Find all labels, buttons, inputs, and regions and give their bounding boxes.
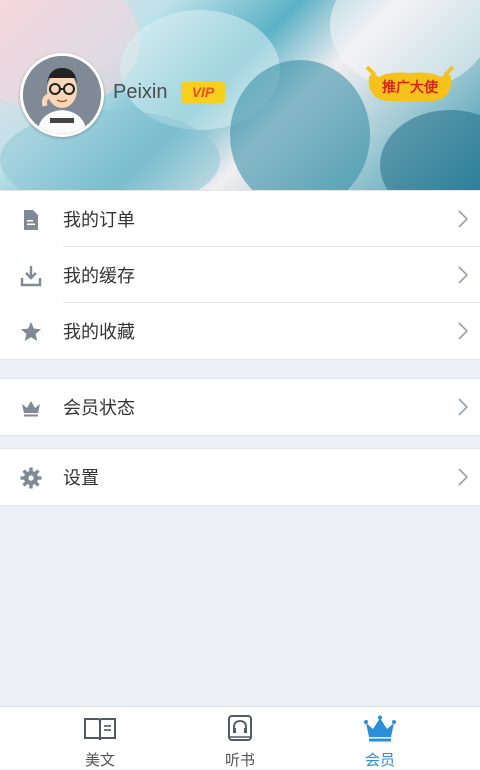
gear-icon xyxy=(20,467,42,489)
tab-articles[interactable]: 美文 xyxy=(40,707,160,769)
chevron-right-icon xyxy=(458,468,468,486)
tab-membership[interactable]: 会员 xyxy=(320,707,440,769)
tab-audiobooks[interactable]: 听书 xyxy=(180,707,300,769)
chevron-right-icon xyxy=(458,322,468,340)
tab-label: 美文 xyxy=(84,751,115,769)
menu-item-settings[interactable]: 设置 xyxy=(0,449,480,505)
menu-item-favorites[interactable]: 我的收藏 xyxy=(0,303,480,359)
star-icon xyxy=(21,322,41,341)
book-icon xyxy=(84,718,116,741)
menu-group-membership: 会员状态 xyxy=(0,378,480,436)
menu-item-label: 我的收藏 xyxy=(63,322,135,343)
headphone-book-icon xyxy=(228,715,252,741)
ambassador-label: 推广大使 xyxy=(382,80,438,96)
menu-group-settings: 设置 xyxy=(0,448,480,506)
vip-badge: VIP xyxy=(181,82,225,103)
menu-group-account: 我的订单 我的缓存 我的收藏 xyxy=(0,190,480,360)
chevron-right-icon xyxy=(458,398,468,416)
chevron-right-icon xyxy=(458,210,468,228)
menu-item-label: 我的缓存 xyxy=(63,266,135,287)
menu-item-orders[interactable]: 我的订单 xyxy=(0,191,480,247)
download-icon xyxy=(20,266,42,287)
menu-item-label: 会员状态 xyxy=(63,398,135,419)
username: Peixin xyxy=(113,81,168,103)
ambassador-badge[interactable]: 推广大使 xyxy=(365,65,455,109)
menu-item-cache[interactable]: 我的缓存 xyxy=(0,247,480,303)
tab-label: 听书 xyxy=(224,751,255,769)
document-icon xyxy=(24,210,38,230)
tab-label: 会员 xyxy=(364,751,395,769)
profile-header: Peixin VIP 推广大使 xyxy=(0,0,480,190)
chevron-right-icon xyxy=(458,266,468,284)
menu-item-label: 我的订单 xyxy=(63,210,135,231)
crown-icon xyxy=(22,401,40,417)
menu-item-label: 设置 xyxy=(63,468,99,489)
crown-icon xyxy=(364,715,396,742)
bottom-tab-bar: 美文 听书 会员 xyxy=(0,706,480,769)
avatar[interactable] xyxy=(20,53,104,137)
menu-item-member-status[interactable]: 会员状态 xyxy=(0,379,480,435)
